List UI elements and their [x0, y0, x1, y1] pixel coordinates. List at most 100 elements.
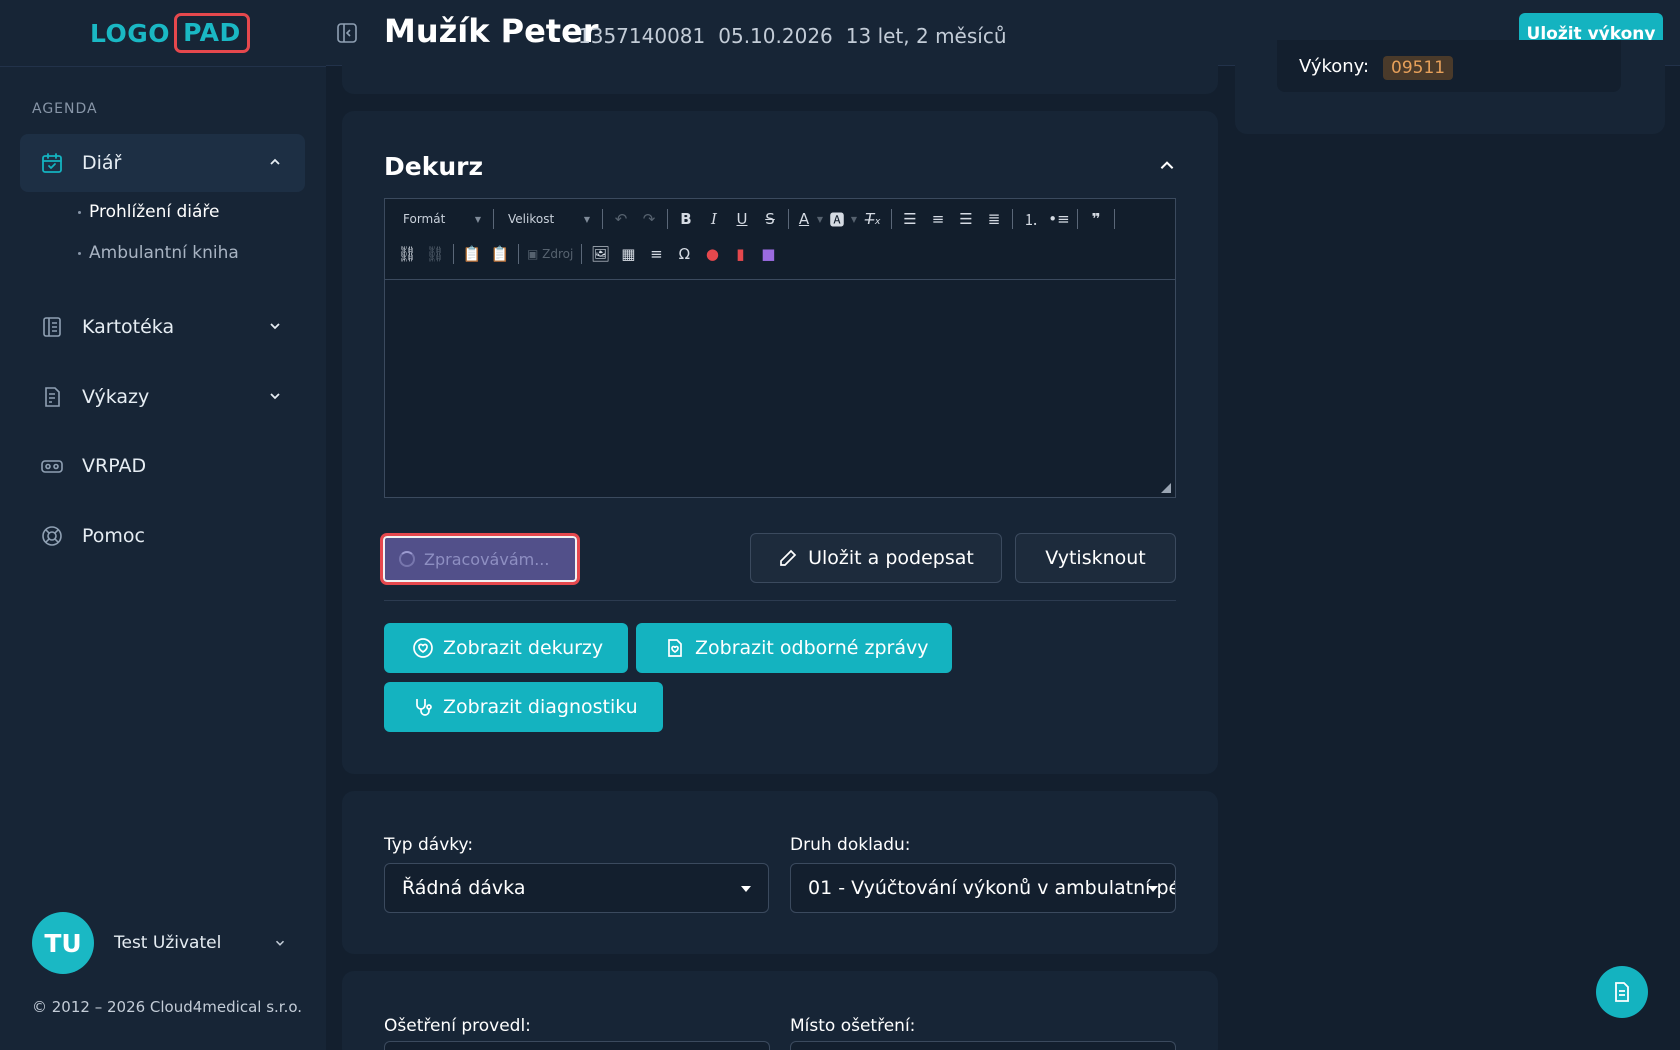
bulleted-list-icon[interactable]: •≡: [1045, 206, 1073, 232]
pencil-icon: [780, 549, 797, 566]
toolbar-separator: [581, 244, 583, 264]
bold-icon[interactable]: B: [672, 206, 700, 232]
user-menu[interactable]: TU Test Uživatel: [32, 912, 287, 974]
format-combo-label: Formát: [403, 212, 446, 226]
background-color-icon[interactable]: 🅰: [825, 206, 849, 232]
ai-icon[interactable]: ■: [754, 241, 782, 267]
sidebar-divider: [0, 66, 326, 67]
link-icon[interactable]: ⛓: [393, 241, 421, 267]
logo[interactable]: LOGO PAD: [90, 12, 250, 54]
sidebar-item-label: Pomoc: [82, 525, 145, 547]
underline-icon[interactable]: U: [728, 206, 756, 232]
dekurz-title: Dekurz: [384, 152, 484, 181]
divider: [384, 600, 1176, 601]
caret-down-icon: ▼: [474, 214, 481, 224]
chevron-up-icon: [270, 158, 280, 165]
section-label-agenda: AGENDA: [32, 101, 98, 117]
user-name: Test Uživatel: [114, 933, 222, 953]
batch-type-label: Typ dávky:: [384, 835, 474, 855]
document-red-icon[interactable]: ▮: [726, 241, 754, 267]
numbered-list-icon[interactable]: ⒈: [1017, 206, 1045, 232]
blockquote-icon[interactable]: ❞: [1082, 206, 1110, 232]
chevron-down-icon: [270, 323, 280, 330]
special-char-icon[interactable]: Ω: [670, 241, 698, 267]
chevron-down-icon: [276, 940, 285, 946]
vykony-label: Výkony:: [1299, 56, 1370, 77]
document-fab-button[interactable]: [1596, 966, 1648, 1018]
toolbar-separator: [1012, 209, 1013, 229]
patient-date: 05.10.2026: [718, 24, 833, 48]
align-right-icon[interactable]: ☰: [952, 206, 980, 232]
table-icon[interactable]: ▦: [614, 241, 642, 267]
card-previous: [342, 62, 1218, 94]
right-panel: Výkony: 09511: [1235, 40, 1665, 134]
patient-id: 1357140081: [578, 24, 706, 48]
align-justify-icon[interactable]: ≣: [980, 206, 1008, 232]
lifebuoy-icon: [40, 524, 64, 548]
caret-down-icon[interactable]: ▼: [849, 206, 859, 232]
show-zpravy-label: Zobrazit odborné zprávy: [695, 637, 929, 659]
editor-content-area[interactable]: [385, 280, 1175, 490]
show-diagnostika-label: Zobrazit diagnostiku: [443, 696, 638, 718]
show-diagnostika-button[interactable]: Zobrazit diagnostiku: [384, 682, 663, 732]
remove-format-icon[interactable]: T̶ₓ: [859, 206, 887, 232]
show-zpravy-button[interactable]: Zobrazit odborné zprávy: [636, 623, 952, 673]
sidebar-item-pomoc[interactable]: Pomoc: [20, 507, 305, 565]
undo-icon[interactable]: ↶: [607, 206, 635, 232]
doc-type-select[interactable]: 01 - Vyúčtování výkonů v ambulatní péči: [790, 863, 1176, 913]
save-and-sign-button[interactable]: Uložit a podepsat: [750, 533, 1002, 583]
align-center-icon[interactable]: ≡: [924, 206, 952, 232]
print-button[interactable]: Vytisknout: [1015, 533, 1176, 583]
treatment-place-select[interactable]: [790, 1041, 1176, 1050]
sidebar-subitem-prohlizeni[interactable]: Prohlížení diáře: [78, 202, 219, 222]
strikethrough-icon[interactable]: S: [756, 206, 784, 232]
performed-by-select[interactable]: [384, 1041, 770, 1050]
toolbar-row: Formát ▼ Velikost ▼ ↶ ↷ B I U S A ▼ 🅰 ▼: [393, 205, 1119, 233]
toolbar-separator: [518, 244, 519, 264]
treatment-place-label: Místo ošetření:: [790, 1016, 916, 1036]
bullet-dot: [78, 210, 81, 214]
horizontal-line-icon[interactable]: ≡: [642, 241, 670, 267]
unlink-icon[interactable]: ⛓: [421, 241, 449, 267]
comment-icon[interactable]: ●: [698, 241, 726, 267]
chevron-up-icon[interactable]: [1158, 157, 1176, 175]
logo-text-logo: LOGO: [90, 18, 171, 48]
dekurz-card: Dekurz Formát ▼ Velikost ▼ ↶ ↷ B I U S A…: [342, 111, 1218, 774]
vr-headset-icon: [40, 454, 64, 478]
batch-type-select[interactable]: Řádná dávka: [384, 863, 769, 913]
sidebar-item-kartoteka[interactable]: Kartotéka: [20, 298, 305, 356]
align-left-icon[interactable]: ☰: [896, 206, 924, 232]
sidebar-subitem-ambulantni-kniha[interactable]: Ambulantní kniha: [78, 243, 239, 263]
show-dekurzy-label: Zobrazit dekurzy: [443, 637, 604, 659]
resize-handle[interactable]: [1161, 483, 1171, 493]
source-button[interactable]: ▣ Zdroj: [523, 241, 577, 267]
format-combo[interactable]: Formát ▼: [393, 207, 485, 231]
sidebar-item-diar[interactable]: Diář: [20, 134, 305, 192]
caret-down-icon[interactable]: ▼: [815, 206, 825, 232]
doc-type-value: 01 - Vyúčtování výkonů v ambulatní péči: [808, 877, 1176, 899]
save-and-sign-label: Uložit a podepsat: [808, 547, 974, 569]
paste-icon[interactable]: 📋: [458, 241, 486, 267]
rich-text-editor: Formát ▼ Velikost ▼ ↶ ↷ B I U S A ▼ 🅰 ▼: [384, 198, 1176, 498]
image-icon[interactable]: 🖼: [586, 241, 614, 267]
source-icon: ▣: [527, 247, 539, 261]
logo-text-pad: PAD: [174, 13, 250, 53]
show-dekurzy-button[interactable]: Zobrazit dekurzy: [384, 623, 628, 673]
batch-card: Typ dávky: Řádná dávka Druh dokladu: 01 …: [342, 791, 1218, 954]
sidebar-item-vykazy[interactable]: Výkazy: [20, 368, 305, 426]
chevron-down-icon: [270, 393, 280, 400]
size-combo[interactable]: Velikost ▼: [498, 207, 594, 231]
batch-type-value: Řádná dávka: [402, 877, 526, 899]
paste-text-icon[interactable]: 📋: [486, 241, 514, 267]
sidebar-item-vrpad[interactable]: VRPAD: [20, 437, 305, 495]
italic-icon[interactable]: I: [700, 206, 728, 232]
text-color-icon[interactable]: A: [793, 206, 815, 232]
treatment-card: Ošetření provedl: Místo ošetření:: [342, 971, 1218, 1050]
sidebar-subitem-label: Prohlížení diáře: [89, 202, 220, 222]
processing-button[interactable]: Zpracovávám...: [380, 533, 580, 585]
redo-icon[interactable]: ↷: [635, 206, 663, 232]
toolbar-separator: [891, 209, 892, 229]
sidebar-collapse-icon[interactable]: [336, 22, 358, 44]
toolbar-separator: [667, 209, 668, 229]
toolbar-separator: [602, 209, 603, 229]
